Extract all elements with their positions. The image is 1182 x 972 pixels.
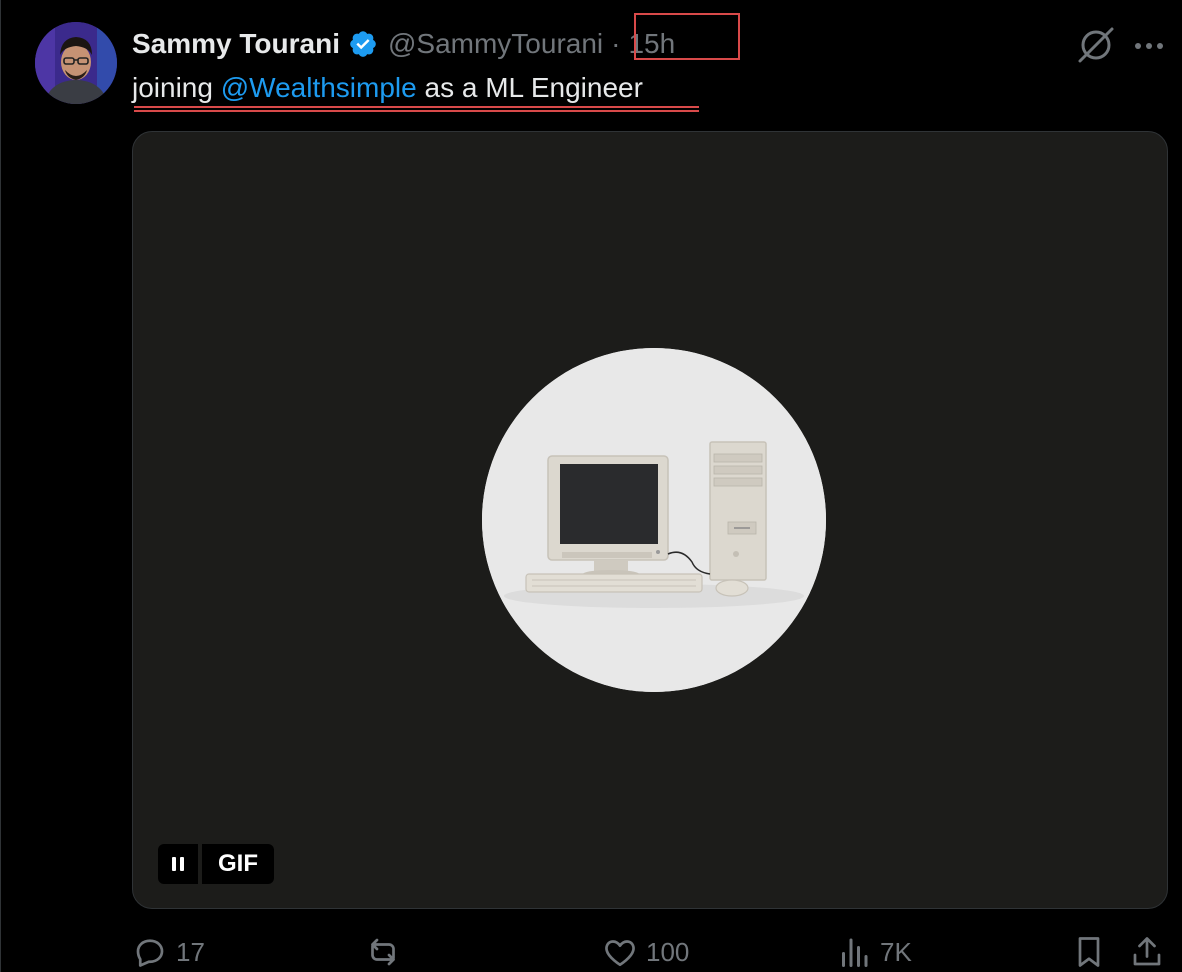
bookmark-icon	[1078, 937, 1100, 967]
text-annotation-underline	[134, 106, 699, 112]
avatar[interactable]	[35, 22, 117, 104]
gif-media[interactable]: GIF	[132, 131, 1168, 909]
retro-computer-image	[482, 348, 826, 692]
share-button[interactable]	[1129, 932, 1165, 972]
reply-icon	[136, 939, 164, 967]
tweet-header: Sammy Tourani @SammyTourani · 15h	[132, 26, 675, 62]
views-button[interactable]: 7K	[836, 932, 912, 972]
like-button[interactable]: 100	[602, 932, 689, 972]
share-icon	[1133, 937, 1161, 966]
pause-button[interactable]	[158, 844, 198, 884]
gif-badge: GIF	[202, 844, 274, 884]
more-options-icon[interactable]	[1131, 28, 1167, 64]
repost-button[interactable]	[365, 932, 409, 972]
tweet-text-after: as a ML Engineer	[416, 72, 643, 103]
tweet[interactable]: Sammy Tourani @SammyTourani · 15h joinin…	[0, 0, 1182, 972]
pause-icon	[172, 857, 184, 871]
heart-icon	[605, 940, 635, 967]
grok-icon[interactable]	[1075, 24, 1117, 66]
reply-button[interactable]: 17	[132, 932, 205, 972]
reply-count: 17	[176, 936, 205, 967]
views-chart-icon	[842, 938, 868, 967]
bookmark-button[interactable]	[1071, 932, 1107, 972]
gif-controls: GIF	[158, 844, 274, 884]
tweet-text: joining @Wealthsimple as a ML Engineer	[132, 70, 643, 106]
repost-icon	[371, 938, 395, 966]
verified-badge-icon[interactable]	[348, 29, 378, 59]
views-count: 7K	[880, 936, 912, 967]
timestamp-annotation-box	[634, 13, 740, 60]
separator-dot: ·	[611, 28, 621, 59]
handle[interactable]: @SammyTourani	[388, 28, 603, 60]
like-count: 100	[646, 936, 690, 967]
mention-link[interactable]: @Wealthsimple	[221, 72, 417, 103]
display-name[interactable]: Sammy Tourani	[132, 28, 340, 60]
user-avatar-icon	[35, 22, 117, 104]
tweet-text-before: joining	[132, 72, 221, 103]
action-bar: 17 100 7K	[1, 932, 1182, 972]
